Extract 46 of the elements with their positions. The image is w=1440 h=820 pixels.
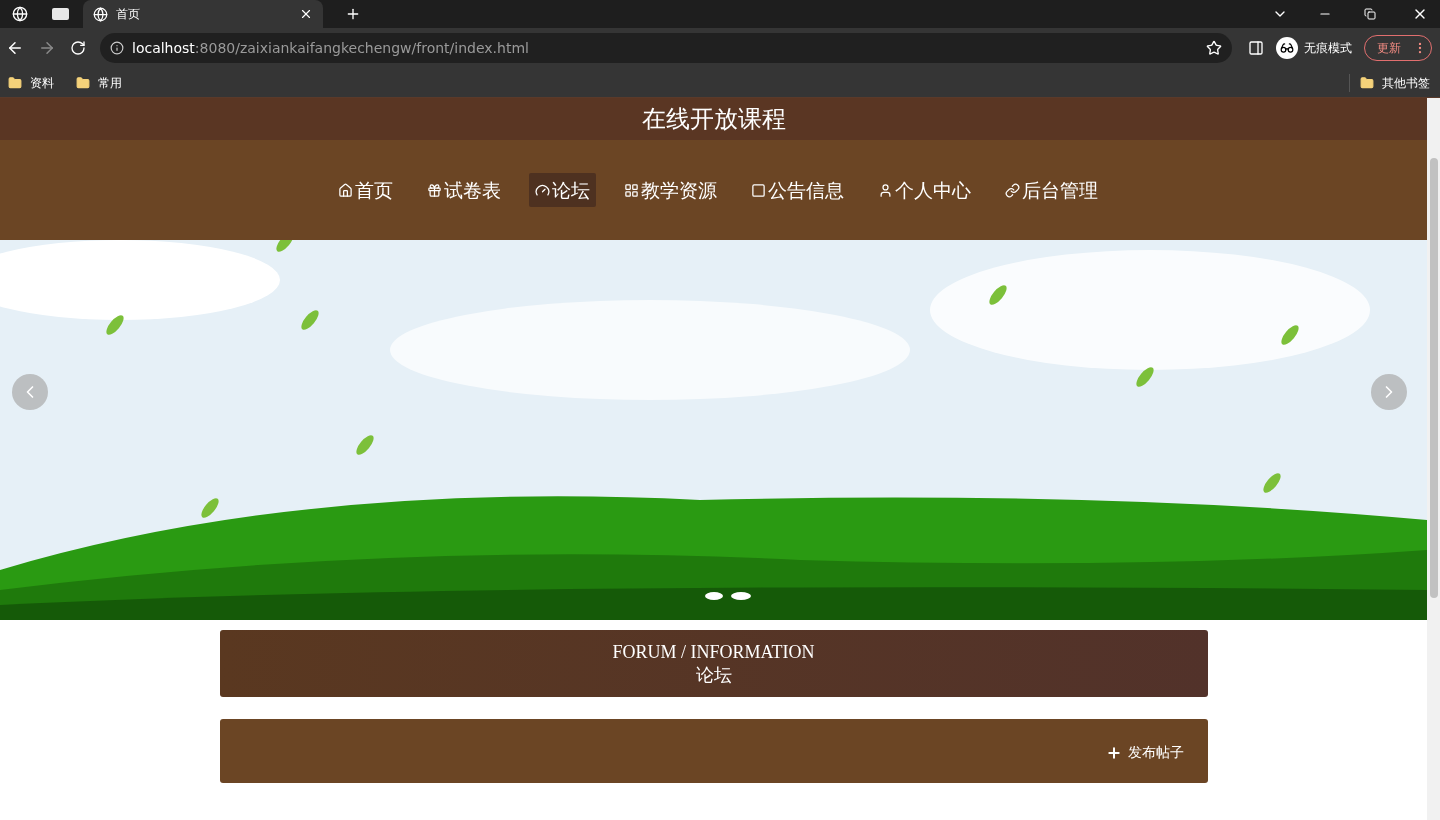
site-title: 在线开放课程 xyxy=(641,104,786,135)
nav-link[interactable]: 论坛 xyxy=(528,173,596,207)
globe-icon xyxy=(93,6,108,22)
folder-icon xyxy=(76,75,90,90)
profile-chip[interactable]: 无痕模式 xyxy=(1276,34,1360,62)
bookmark-item[interactable]: 常用 xyxy=(76,73,122,92)
globe-icon[interactable] xyxy=(12,6,28,22)
browser-tab[interactable]: 首页 xyxy=(83,0,323,28)
bookmark-star-icon[interactable] xyxy=(1206,40,1222,56)
tab-title: 首页 xyxy=(116,6,141,23)
side-panel-icon[interactable] xyxy=(1248,40,1264,56)
url-path: :8080/zaixiankaifangkechengw/front/index.html xyxy=(194,38,530,58)
scrollbar[interactable] xyxy=(1427,98,1440,820)
publish-post-button[interactable]: 发布帖子 xyxy=(1105,742,1184,763)
address-bar[interactable]: localhost:8080/zaixiankaifangkechengw/front/index.html xyxy=(100,33,1232,63)
square-icon xyxy=(750,182,766,198)
section-subtitle: FORUM / INFORMATION xyxy=(612,640,815,663)
incognito-icon xyxy=(1276,37,1298,59)
close-icon[interactable] xyxy=(299,7,313,21)
home-icon xyxy=(337,182,353,198)
section-title: 论坛 xyxy=(695,663,732,687)
forward-icon[interactable] xyxy=(38,39,56,57)
carousel-dots-icon[interactable] xyxy=(704,591,752,601)
link-icon xyxy=(1004,182,1020,198)
gauge-icon xyxy=(534,182,550,198)
restore-icon[interactable] xyxy=(1364,8,1376,20)
nav-link[interactable]: 试卷表 xyxy=(420,173,507,207)
folder-icon xyxy=(8,75,22,90)
gift-icon xyxy=(426,182,442,198)
nav-link[interactable]: 首页 xyxy=(331,173,399,207)
new-tab-icon[interactable] xyxy=(345,6,361,22)
bookmark-item[interactable]: 资料 xyxy=(8,73,54,92)
user-icon xyxy=(877,182,893,198)
back-icon[interactable] xyxy=(6,39,24,57)
nav-link[interactable]: 个人中心 xyxy=(871,173,977,207)
nav-link[interactable]: 公告信息 xyxy=(744,173,850,207)
profile-label: 无痕模式 xyxy=(1304,40,1352,57)
plus-icon xyxy=(1105,744,1122,761)
folder-icon xyxy=(1360,75,1374,90)
grid-icon xyxy=(623,182,639,198)
info-icon[interactable] xyxy=(110,41,124,55)
nav-link[interactable]: 教学资源 xyxy=(617,173,723,207)
url-host: localhost xyxy=(132,38,195,58)
nav-link[interactable]: 后台管理 xyxy=(998,173,1104,207)
reload-icon[interactable] xyxy=(70,40,86,56)
bookmark-item[interactable]: 其他书签 xyxy=(1349,73,1430,92)
